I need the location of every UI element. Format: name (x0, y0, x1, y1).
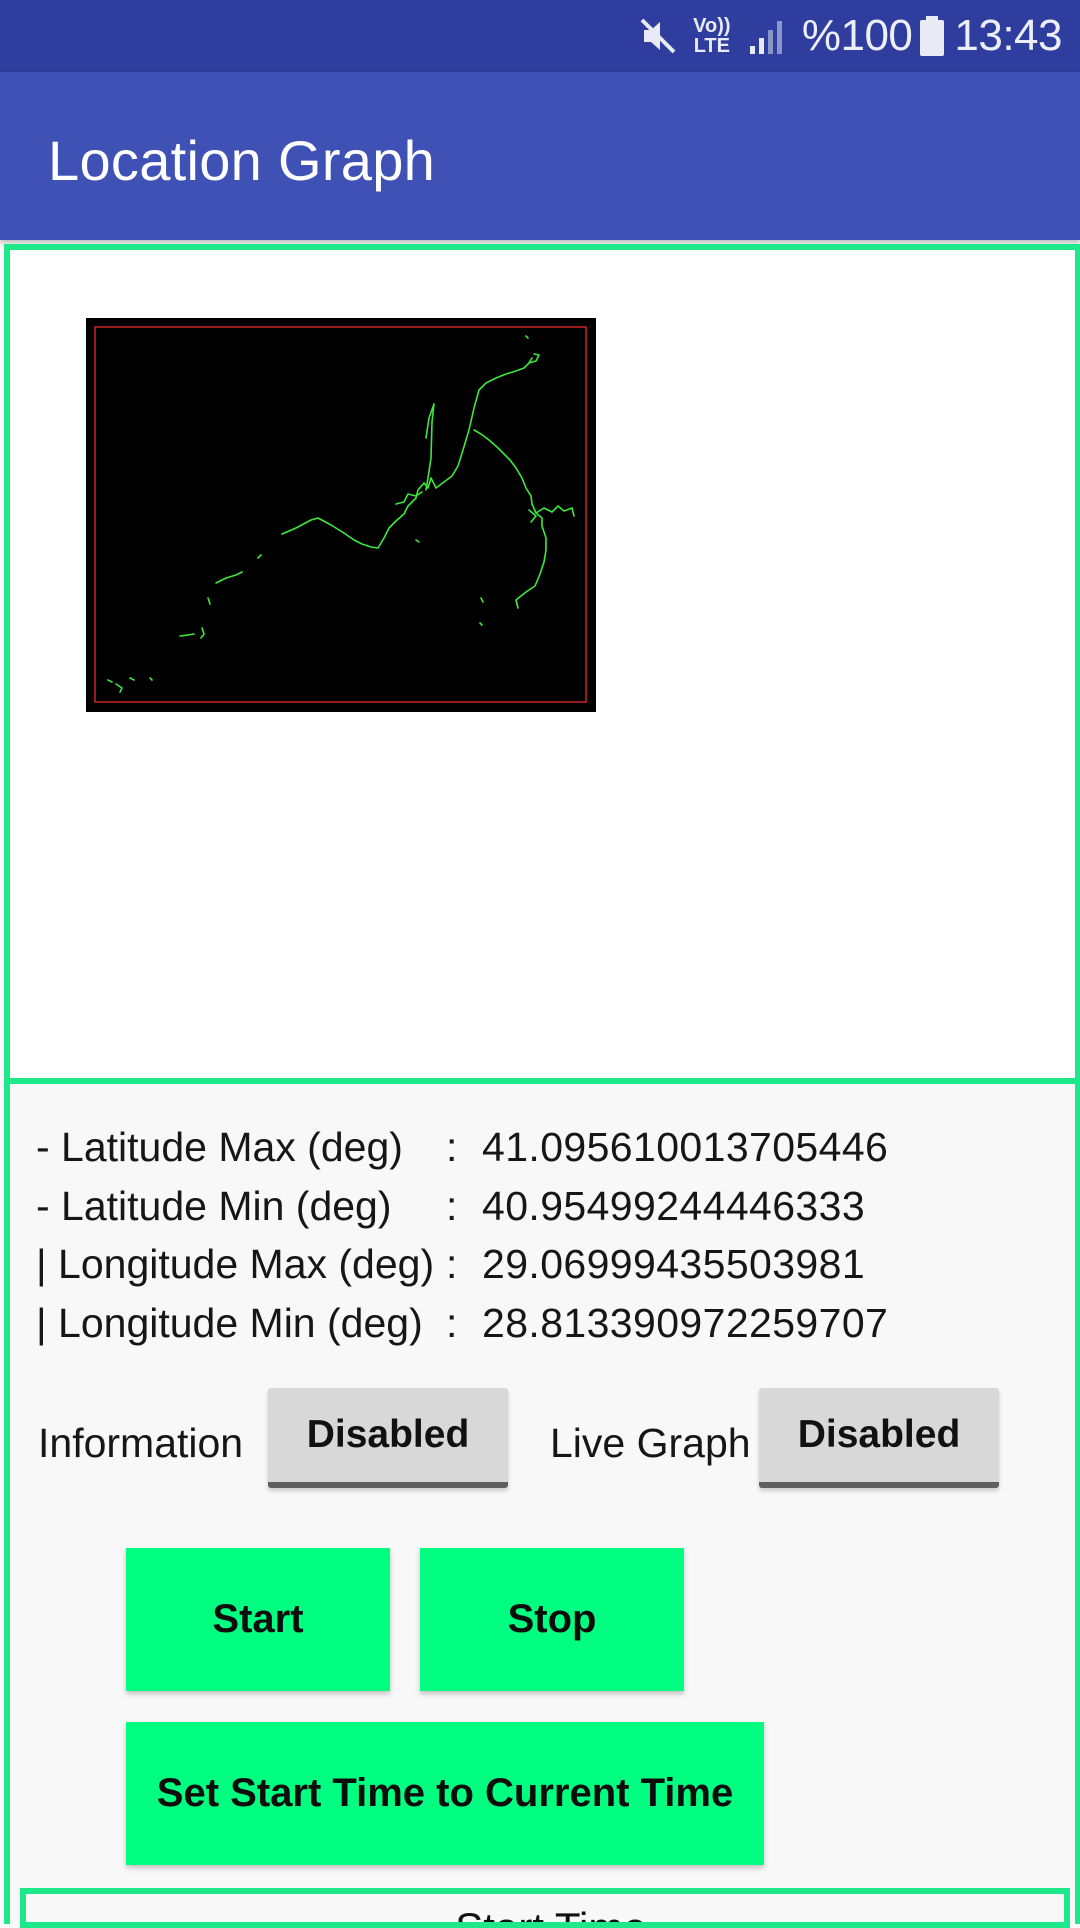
track-segment (535, 505, 575, 517)
longitude-min-value: 28.813390972259707 (482, 1299, 889, 1346)
live-graph-label: Live Graph (550, 1420, 751, 1466)
latitude-max-value: 41.095610013705446 (482, 1123, 889, 1170)
track-segment (281, 357, 533, 549)
info-panel: - Latitude Max (deg) : 41.09561001370544… (4, 1078, 1080, 1924)
clock: 13:43 (954, 11, 1062, 60)
track-segment (480, 597, 484, 603)
track-segment (425, 403, 435, 491)
latitude-min-value: 40.95499244446333 (482, 1182, 866, 1229)
set-start-time-button[interactable]: Set Start Time to Current Time (126, 1722, 764, 1865)
latitude-min-label: - Latitude Min (deg) (36, 1182, 392, 1229)
information-label: Information (38, 1420, 244, 1466)
stop-button[interactable]: Stop (420, 1548, 684, 1691)
separator: : (446, 1299, 458, 1346)
track-segment (395, 491, 423, 505)
latitude-min-row: - Latitude Min (deg) : 40.95499244446333 (36, 1178, 865, 1234)
longitude-max-row: | Longitude Max (deg) : 29.0699943550398… (36, 1236, 865, 1292)
start-time-box: Start Time (20, 1888, 1070, 1928)
track-segment (115, 683, 123, 693)
location-graph (86, 318, 596, 712)
graph-panel (4, 244, 1080, 1085)
track-segment (415, 539, 420, 543)
start-time-label: Start Time (455, 1904, 647, 1928)
latitude-max-row: - Latitude Max (deg) : 41.09561001370544… (36, 1119, 888, 1175)
longitude-min-row: | Longitude Min (deg) : 28.8133909722597… (36, 1295, 888, 1351)
information-toggle-button[interactable]: Disabled (268, 1388, 508, 1488)
track-segment (179, 633, 195, 637)
start-button[interactable]: Start (126, 1548, 390, 1691)
longitude-max-label: | Longitude Max (deg) (36, 1240, 435, 1287)
separator: : (446, 1240, 458, 1287)
mute-icon (640, 18, 676, 54)
separator: : (446, 1123, 458, 1170)
status-bar: Vo)) LTE %100 13:43 (0, 0, 1080, 72)
location-track-plot (94, 326, 587, 703)
page-title: Location Graph (48, 129, 436, 192)
track-segment (107, 679, 113, 683)
track-segment (473, 429, 547, 609)
track-segment (479, 622, 483, 626)
longitude-min-label: | Longitude Min (deg) (36, 1299, 423, 1346)
track-segment (149, 677, 153, 681)
track-segment (525, 335, 529, 339)
track-segment (215, 571, 243, 584)
app-bar: Location Graph (0, 72, 1080, 240)
signal-icon (749, 21, 782, 54)
longitude-max-value: 29.06999435503981 (482, 1240, 866, 1287)
track-segment (257, 554, 262, 559)
live-graph-toggle-button[interactable]: Disabled (759, 1388, 999, 1488)
graph-frame (94, 326, 587, 703)
battery-percent: %100 (801, 11, 913, 60)
track-segment (129, 677, 135, 681)
battery-icon (920, 16, 945, 56)
track-segment (207, 597, 211, 605)
volte-icon: Vo)) LTE (693, 15, 731, 57)
latitude-max-label: - Latitude Max (deg) (36, 1123, 403, 1170)
track-segment (200, 627, 205, 639)
separator: : (446, 1182, 458, 1229)
